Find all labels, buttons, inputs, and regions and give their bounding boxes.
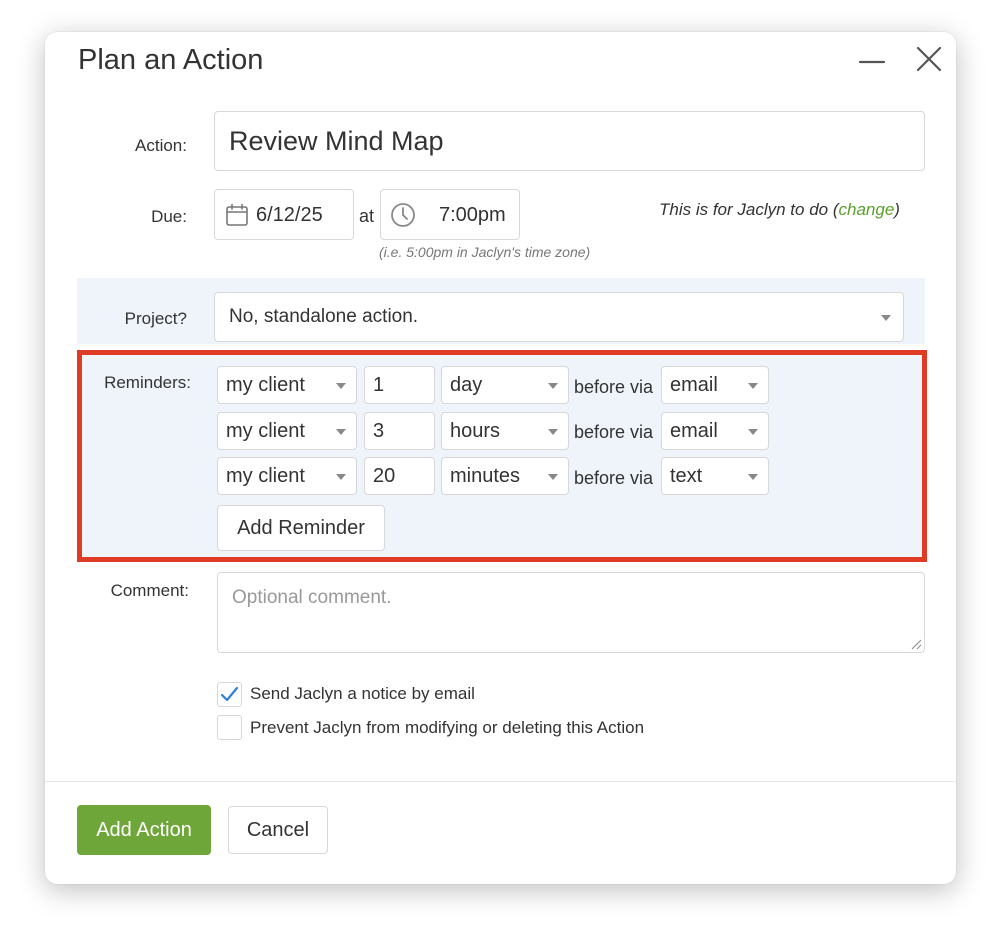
due-time-input[interactable]: 7:00pm xyxy=(380,189,520,240)
project-selected-value: No, standalone action. xyxy=(229,306,419,327)
reminder-channel-select[interactable]: email xyxy=(661,412,769,450)
due-date-value: 6/12/25 xyxy=(256,204,323,226)
reminder-unit-select[interactable]: hours xyxy=(441,412,569,450)
send-notice-checkbox[interactable] xyxy=(217,682,242,707)
minimize-icon[interactable] xyxy=(858,48,886,76)
chevron-down-icon xyxy=(748,474,758,480)
chevron-down-icon xyxy=(748,383,758,389)
reminder-recipient-select[interactable]: my client xyxy=(217,366,357,404)
cancel-button[interactable]: Cancel xyxy=(228,806,328,854)
chevron-down-icon xyxy=(548,429,558,435)
due-date-input[interactable]: 6/12/25 xyxy=(214,189,354,240)
before-via-label: before via xyxy=(574,422,654,442)
reminder-unit-value: minutes xyxy=(450,465,521,487)
change-assignee-link[interactable]: change xyxy=(839,200,895,219)
comment-label: Comment: xyxy=(110,581,189,600)
chevron-down-icon xyxy=(548,474,558,480)
resize-handle-icon[interactable] xyxy=(910,638,922,650)
reminder-unit-value: hours xyxy=(450,420,501,442)
reminder-channel-value: email xyxy=(670,374,718,396)
prevent-modify-label: Prevent Jaclyn from modifying or deletin… xyxy=(250,718,645,737)
reminder-amount-input[interactable]: 1 xyxy=(364,366,435,404)
reminder-channel-value: email xyxy=(670,420,718,442)
reminder-amount-input[interactable]: 3 xyxy=(364,412,435,450)
comment-textarea[interactable]: Optional comment. xyxy=(217,572,925,653)
send-notice-label: Send Jaclyn a notice by email xyxy=(250,684,475,703)
reminder-recipient-value: my client xyxy=(226,420,305,442)
prevent-modify-checkbox[interactable] xyxy=(217,715,242,740)
at-label: at xyxy=(359,206,375,226)
reminder-amount-input[interactable]: 20 xyxy=(364,457,435,495)
reminder-unit-value: day xyxy=(450,374,483,396)
assignee-text: This is for Jaclyn to do ( xyxy=(659,200,839,219)
chevron-down-icon xyxy=(336,474,346,480)
calendar-icon xyxy=(226,203,248,226)
reminders-label: Reminders: xyxy=(104,373,191,392)
project-select[interactable]: No, standalone action. xyxy=(214,292,904,342)
due-time-value: 7:00pm xyxy=(439,204,506,226)
dialog-title: Plan an Action xyxy=(78,44,264,76)
project-label: Project? xyxy=(124,309,187,328)
reminder-recipient-value: my client xyxy=(226,374,305,396)
reminder-recipient-value: my client xyxy=(226,465,305,487)
chevron-down-icon xyxy=(336,429,346,435)
clock-icon xyxy=(391,203,415,227)
chevron-down-icon xyxy=(336,383,346,389)
chevron-down-icon xyxy=(881,315,891,321)
reminder-unit-select[interactable]: minutes xyxy=(441,457,569,495)
reminder-channel-select[interactable]: email xyxy=(661,366,769,404)
chevron-down-icon xyxy=(748,429,758,435)
reminder-channel-value: text xyxy=(670,465,703,487)
add-reminder-button[interactable]: Add Reminder xyxy=(217,505,385,551)
action-name-input[interactable]: Review Mind Map xyxy=(214,111,925,171)
action-label: Action: xyxy=(135,136,187,155)
assignee-note: This is for Jaclyn to do (change) xyxy=(659,200,900,220)
assignee-close-paren: ) xyxy=(894,200,900,219)
reminder-recipient-select[interactable]: my client xyxy=(217,412,357,450)
plan-action-dialog: Plan an Action Action: Review Mind Map D… xyxy=(45,32,956,884)
timezone-hint: (i.e. 5:00pm in Jaclyn's time zone) xyxy=(379,244,591,260)
reminder-unit-select[interactable]: day xyxy=(441,366,569,404)
add-action-button[interactable]: Add Action xyxy=(77,805,211,855)
reminder-recipient-select[interactable]: my client xyxy=(217,457,357,495)
before-via-label: before via xyxy=(574,468,654,488)
footer-divider xyxy=(45,781,956,782)
checkmark-icon xyxy=(220,686,239,702)
close-icon[interactable] xyxy=(912,42,946,76)
chevron-down-icon xyxy=(548,383,558,389)
comment-placeholder: Optional comment. xyxy=(232,587,392,608)
reminder-channel-select[interactable]: text xyxy=(661,457,769,495)
due-label: Due: xyxy=(151,207,187,226)
before-via-label: before via xyxy=(574,377,654,397)
